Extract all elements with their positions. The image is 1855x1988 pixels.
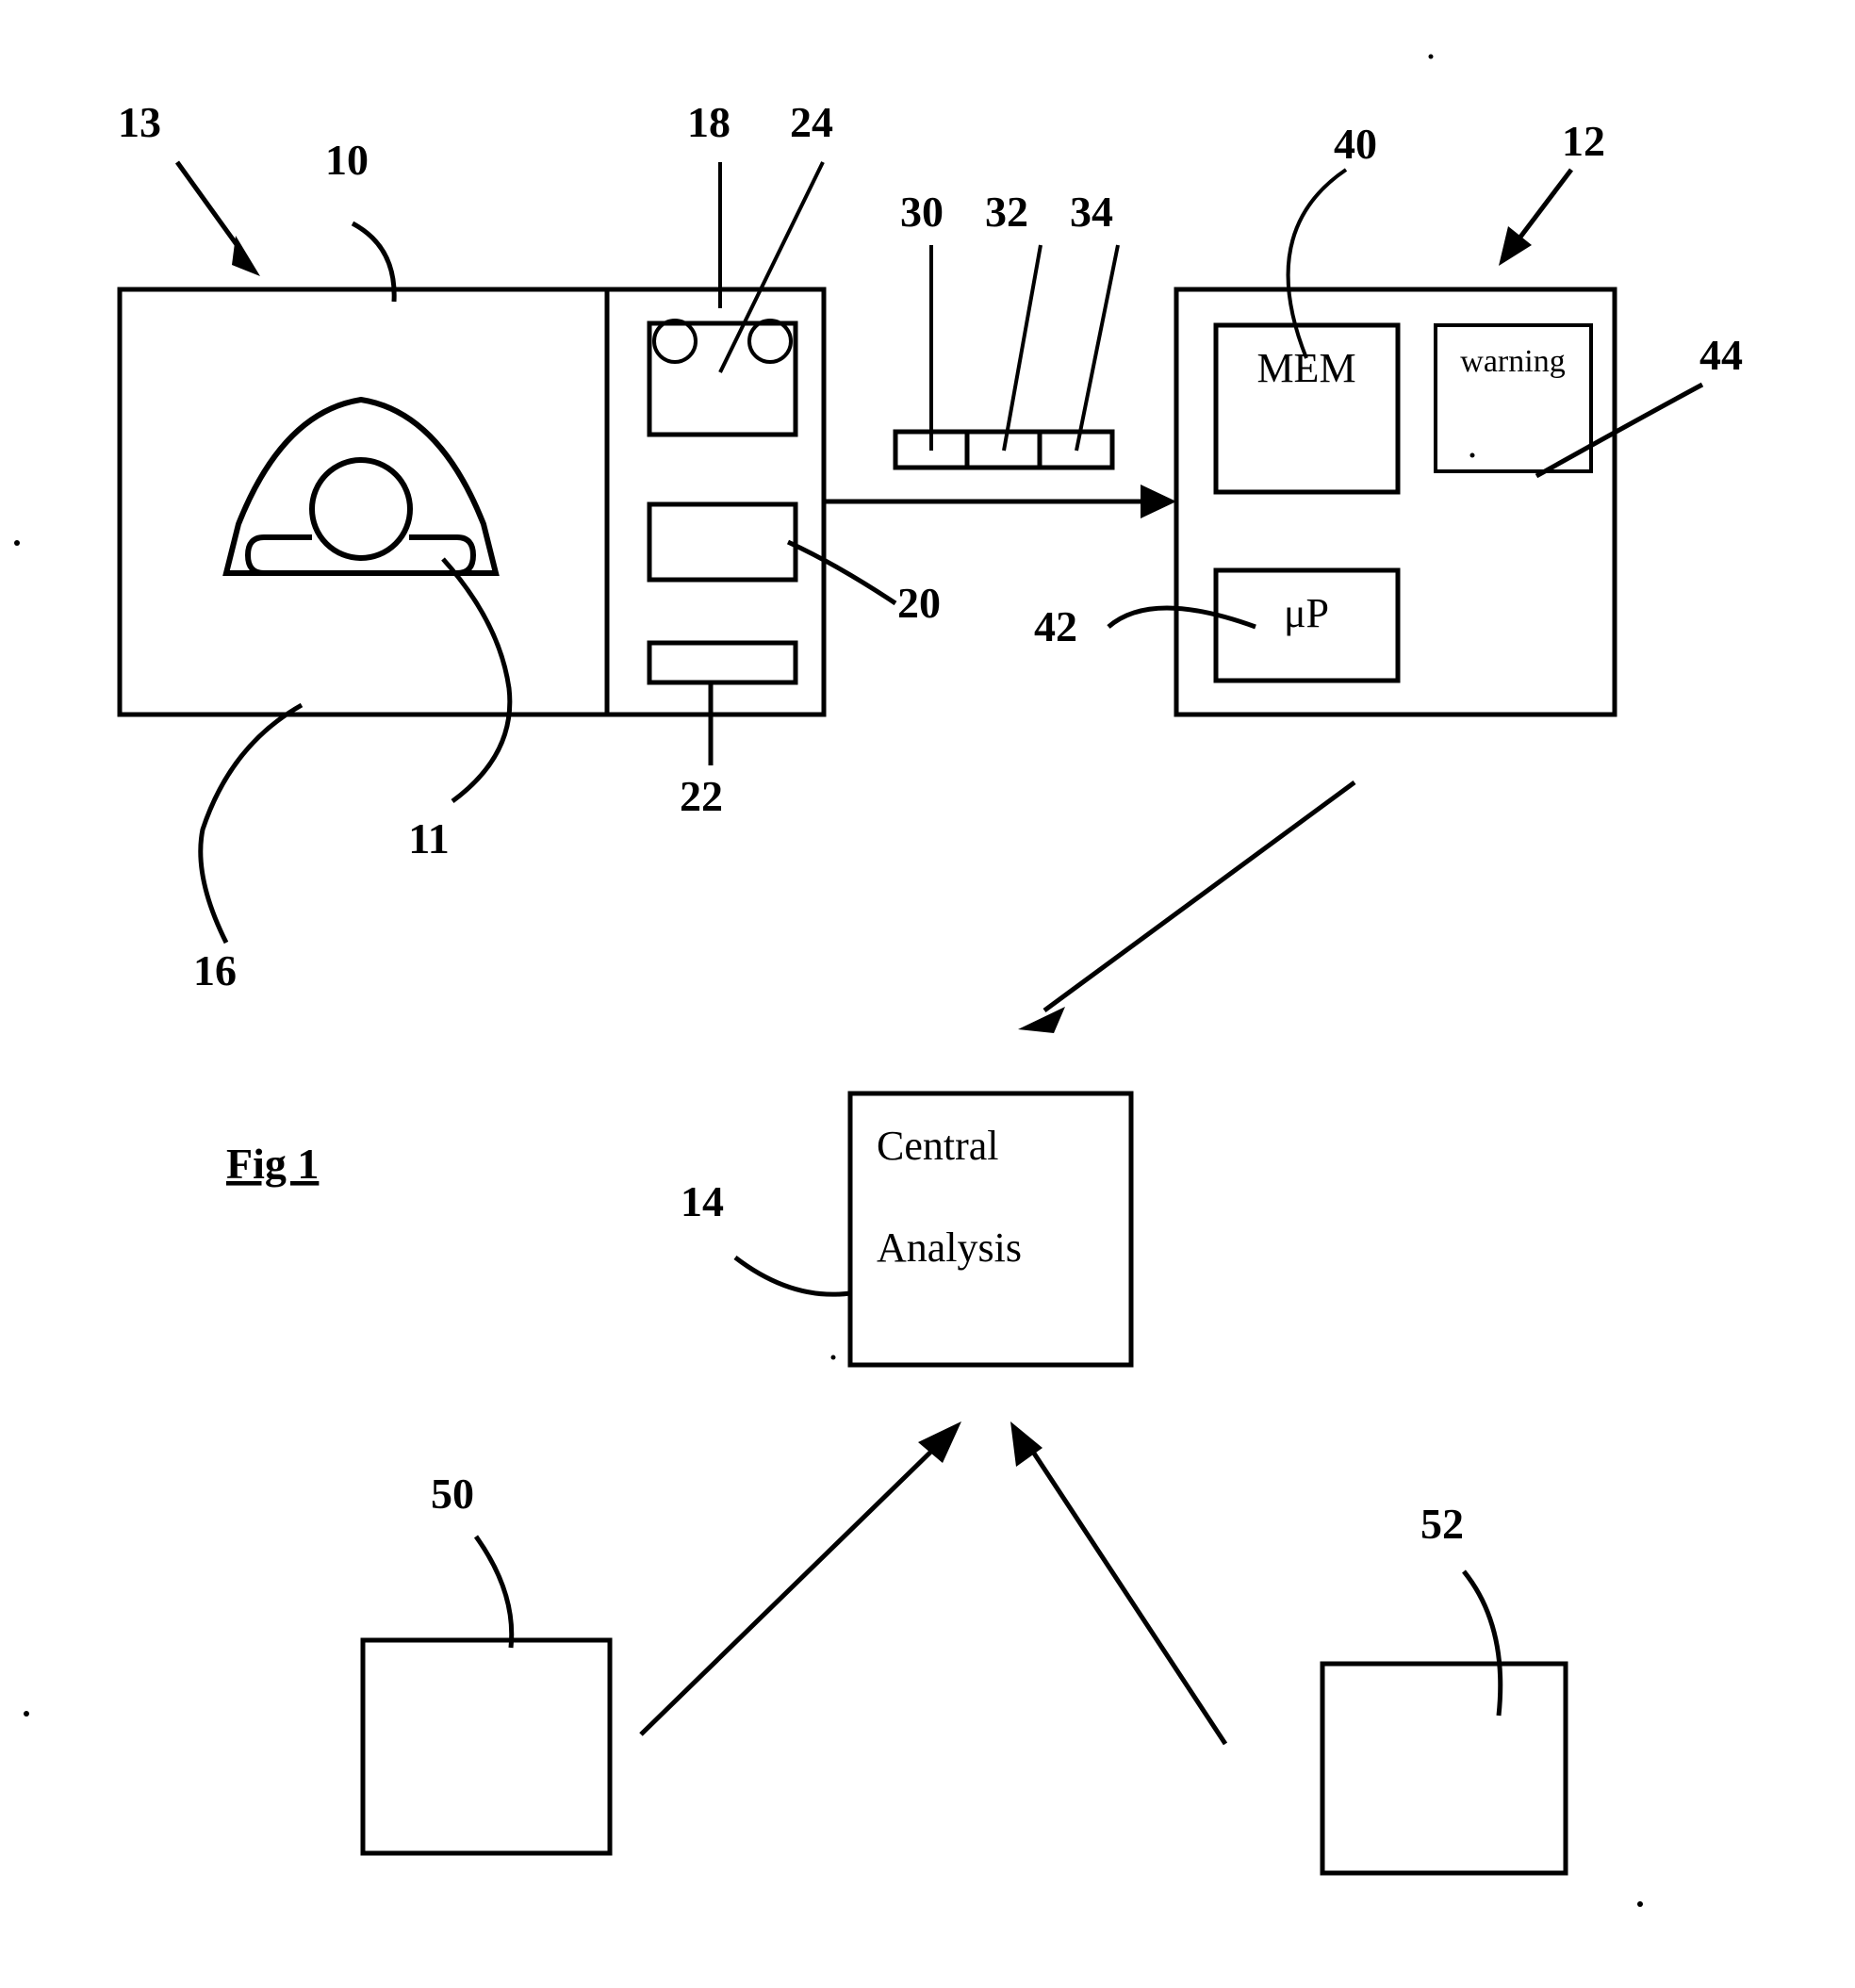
- central-analysis-line-2: Analysis: [877, 1224, 1022, 1271]
- signal-arrow-head: [1141, 485, 1176, 518]
- leader-52-line: [1462, 1569, 1503, 1717]
- module-18-left-port-icon: [652, 319, 698, 364]
- ref-11: 11: [408, 814, 449, 863]
- ref-18: 18: [687, 98, 731, 146]
- ref-10: 10: [325, 136, 369, 184]
- source-right-arrow-shaft: [1023, 1438, 1228, 1746]
- processor-label: μP: [1284, 590, 1329, 636]
- leader-13: 13: [118, 98, 260, 276]
- speck-mid: [830, 1355, 836, 1360]
- leader-20-line: [786, 539, 897, 606]
- ref-14: 14: [681, 1177, 724, 1225]
- leader-32: 32: [985, 188, 1042, 452]
- ref-50: 50: [431, 1470, 474, 1518]
- leader-12-line: [1514, 168, 1573, 245]
- leader-18: 18: [687, 98, 731, 308]
- ref-13: 13: [118, 98, 161, 146]
- module-22-housing: [647, 640, 798, 685]
- leader-50-line: [473, 1535, 515, 1649]
- speck-lower-left: [24, 1711, 29, 1717]
- leader-20: 20: [786, 539, 941, 627]
- source-box-52: [1320, 1661, 1568, 1876]
- arrow-source-right-to-analysis: [1010, 1421, 1228, 1746]
- source-box-left-group: 50: [360, 1470, 613, 1856]
- leader-30: 30: [900, 188, 944, 451]
- leader-14: 14: [681, 1177, 851, 1297]
- leader-42: 42: [1034, 602, 1256, 650]
- source-box-50: [360, 1637, 613, 1856]
- mask-port-circle: [309, 457, 413, 561]
- leader-44: 44: [1535, 331, 1743, 479]
- ref-34: 34: [1070, 188, 1113, 236]
- central-analysis-group: Central Analysis: [847, 1091, 1134, 1368]
- ref-16: 16: [193, 946, 237, 994]
- leader-12: 12: [1499, 117, 1605, 266]
- leader-40: 40: [1286, 120, 1377, 359]
- patent-figure-canvas: MEM warning μP 13 10 18 24 30 32 34 40 1…: [14, 54, 1743, 1907]
- controller-to-analysis-arrowhead: [1018, 1007, 1065, 1033]
- speck-left: [14, 540, 20, 546]
- controller-to-analysis-shaft: [1042, 780, 1356, 1013]
- ref-24: 24: [790, 98, 833, 146]
- ref-12: 12: [1562, 117, 1605, 165]
- warning-label: warning: [1460, 344, 1565, 379]
- leader-16: 16: [193, 702, 304, 994]
- leader-13-arrowhead: [232, 236, 260, 276]
- source-left-arrow-shaft: [639, 1438, 944, 1736]
- warning-block-speck: [1469, 452, 1475, 458]
- memory-label: MEM: [1256, 345, 1355, 391]
- leader-13-line: [174, 160, 243, 252]
- leader-24-line: [718, 161, 825, 373]
- leader-11-line: [441, 557, 513, 804]
- signal-arrow-device-to-controller: [824, 485, 1176, 518]
- leader-22: 22: [680, 682, 723, 820]
- arrow-source-left-to-analysis: [639, 1421, 961, 1736]
- leader-40-line: [1286, 168, 1348, 359]
- patient-interface-body: [117, 287, 610, 717]
- speck-lower-right: [1637, 1901, 1643, 1907]
- figure-caption-group: Fig 1: [226, 1140, 319, 1188]
- ref-32: 32: [985, 188, 1028, 236]
- leader-34: 34: [1070, 188, 1120, 452]
- leader-10: 10: [325, 136, 397, 303]
- ref-30: 30: [900, 188, 944, 236]
- leader-32-line: [1002, 244, 1042, 452]
- ref-52: 52: [1420, 1500, 1464, 1548]
- leader-14-line: [733, 1256, 851, 1297]
- controller-group: MEM warning μP: [1174, 287, 1617, 717]
- module-18-right-port-icon: [747, 319, 793, 364]
- leader-16-line: [198, 702, 304, 945]
- figure-page: MEM warning μP 13 10 18 24 30 32 34 40 1…: [0, 0, 1855, 1988]
- leader-11: 11: [408, 557, 513, 863]
- mask-symbol-group: [222, 396, 500, 576]
- ref-42: 42: [1034, 602, 1077, 650]
- mask-outline: [222, 396, 500, 576]
- central-analysis-line-1: Central: [877, 1123, 999, 1169]
- speck-top: [1428, 54, 1434, 59]
- leader-42-line: [1107, 605, 1256, 630]
- module-18-housing: [647, 320, 798, 437]
- ref-44: 44: [1699, 331, 1743, 379]
- leader-24: 24: [718, 98, 833, 373]
- arrow-controller-to-central-analysis: [1018, 780, 1356, 1033]
- ref-22: 22: [680, 772, 723, 820]
- ref-40: 40: [1334, 120, 1377, 168]
- panel-modules-group: [647, 319, 798, 685]
- leader-34-line: [1075, 244, 1120, 452]
- source-box-right-group: 52: [1320, 1500, 1568, 1876]
- ref-20: 20: [897, 579, 941, 627]
- leader-44-line: [1535, 382, 1704, 479]
- figure-caption: Fig 1: [226, 1140, 319, 1188]
- module-20-housing: [647, 501, 798, 583]
